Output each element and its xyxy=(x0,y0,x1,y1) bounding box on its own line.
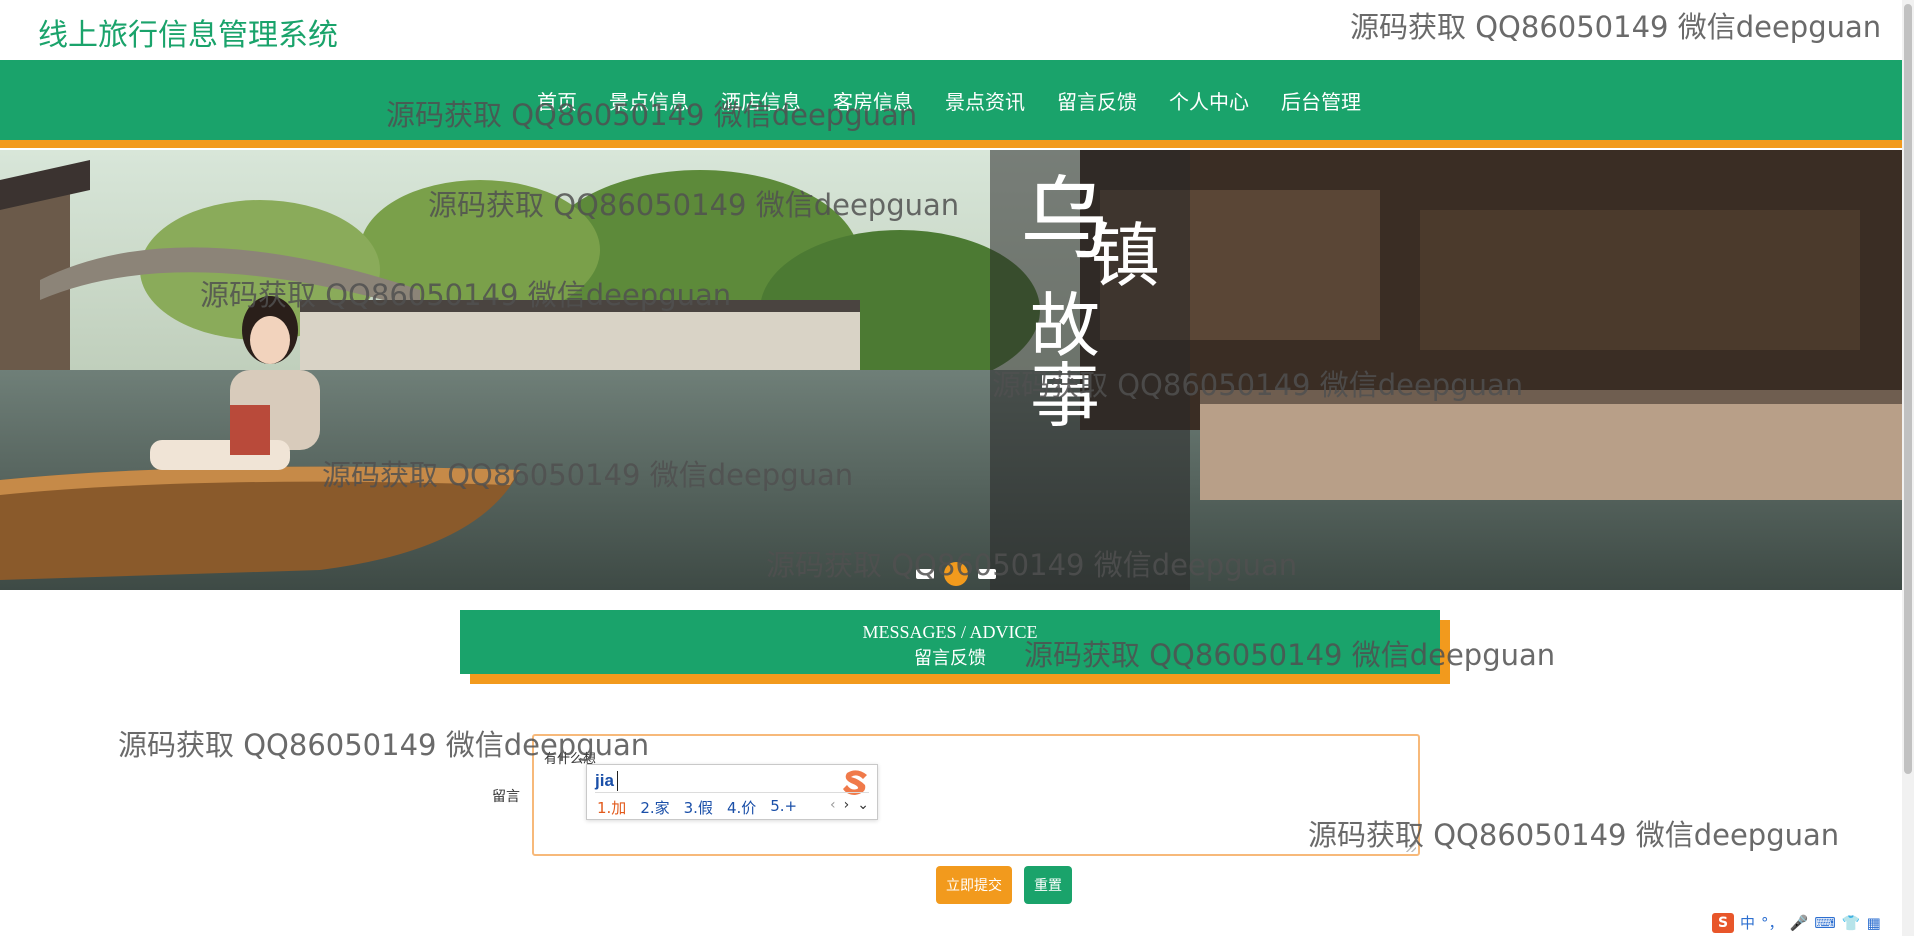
ime-candidate-2[interactable]: 2.家 xyxy=(640,797,669,818)
ime-candidate-3[interactable]: 3.假 xyxy=(684,797,713,818)
ime-pinyin-input: jia xyxy=(595,771,614,790)
ime-prev-icon[interactable]: ‹ xyxy=(830,797,836,813)
ime-candidate-1[interactable]: 1.加 xyxy=(597,797,626,818)
ime-next-icon[interactable]: › xyxy=(844,797,850,813)
banner-dot-2[interactable] xyxy=(944,562,968,586)
page-scrollbar[interactable] xyxy=(1902,0,1914,936)
nav-item-rooms[interactable]: 客房信息 xyxy=(833,86,913,115)
sogou-s-icon[interactable]: S xyxy=(1712,912,1734,933)
banner-pagination xyxy=(916,562,996,586)
ime-expand-icon[interactable]: ⌄ xyxy=(857,797,869,813)
nav-item-feedback[interactable]: 留言反馈 xyxy=(1057,86,1137,115)
ime-status-tray: S 中 °， 🎤 ⌨ 👕 ▦ xyxy=(1712,912,1881,933)
reset-button[interactable]: 重置 xyxy=(1024,866,1072,904)
ime-divider xyxy=(595,792,869,793)
submit-button[interactable]: 立即提交 xyxy=(936,866,1012,904)
banner-dot-1[interactable] xyxy=(916,569,934,579)
poster-char-4: 事 xyxy=(1030,355,1100,437)
nav-item-admin[interactable]: 后台管理 xyxy=(1281,86,1361,115)
banner-dot-3[interactable] xyxy=(978,569,996,579)
ime-candidate-popup: jia 1.加 2.家 3.假 4.价 5.+ ‹ › ⌄ xyxy=(586,764,878,820)
keyboard-icon[interactable]: ⌨ xyxy=(1814,914,1836,932)
banner-illustration: 乌 镇 故 事 xyxy=(0,150,1902,590)
nav-item-profile[interactable]: 个人中心 xyxy=(1169,86,1249,115)
resize-handle-icon[interactable] xyxy=(1406,842,1416,852)
section-title-cn: 留言反馈 xyxy=(914,648,986,669)
microphone-icon[interactable]: 🎤 xyxy=(1790,914,1809,932)
ime-candidates: 1.加 2.家 3.假 4.价 5.+ xyxy=(597,797,797,818)
skin-icon[interactable]: 👕 xyxy=(1842,914,1861,932)
ime-candidate-5[interactable]: 5.+ xyxy=(770,797,797,818)
nav-menu: 首页 景点信息 酒店信息 客房信息 景点资讯 留言反馈 个人中心 后台管理 xyxy=(537,86,1393,115)
hero-banner[interactable]: 乌 镇 故 事 xyxy=(0,150,1902,590)
grid-menu-icon[interactable]: ▦ xyxy=(1867,914,1881,932)
nav-accent-stripe xyxy=(0,140,1902,148)
site-title[interactable]: 线上旅行信息管理系统 xyxy=(38,10,338,54)
nav-item-news[interactable]: 景点资讯 xyxy=(945,86,1025,115)
ime-punct-indicator[interactable]: °， xyxy=(1761,912,1784,933)
poster-char-2: 镇 xyxy=(1090,215,1160,297)
nav-item-hotels[interactable]: 酒店信息 xyxy=(721,86,801,115)
top-header: 线上旅行信息管理系统 xyxy=(0,0,1902,60)
scrollbar-thumb[interactable] xyxy=(1904,4,1912,774)
ime-caret xyxy=(617,771,618,791)
ime-candidate-4[interactable]: 4.价 xyxy=(727,797,756,818)
nav-item-home[interactable]: 首页 xyxy=(537,86,577,115)
ime-page-controls: ‹ › ⌄ xyxy=(830,797,869,813)
ime-mode-indicator[interactable]: 中 xyxy=(1740,912,1755,933)
message-label: 留言 xyxy=(492,789,520,805)
nav-item-attractions[interactable]: 景点信息 xyxy=(609,86,689,115)
section-title-en: MESSAGES / ADVICE xyxy=(862,622,1038,642)
section-header: MESSAGES / ADVICE 留言反馈 xyxy=(460,610,1440,674)
